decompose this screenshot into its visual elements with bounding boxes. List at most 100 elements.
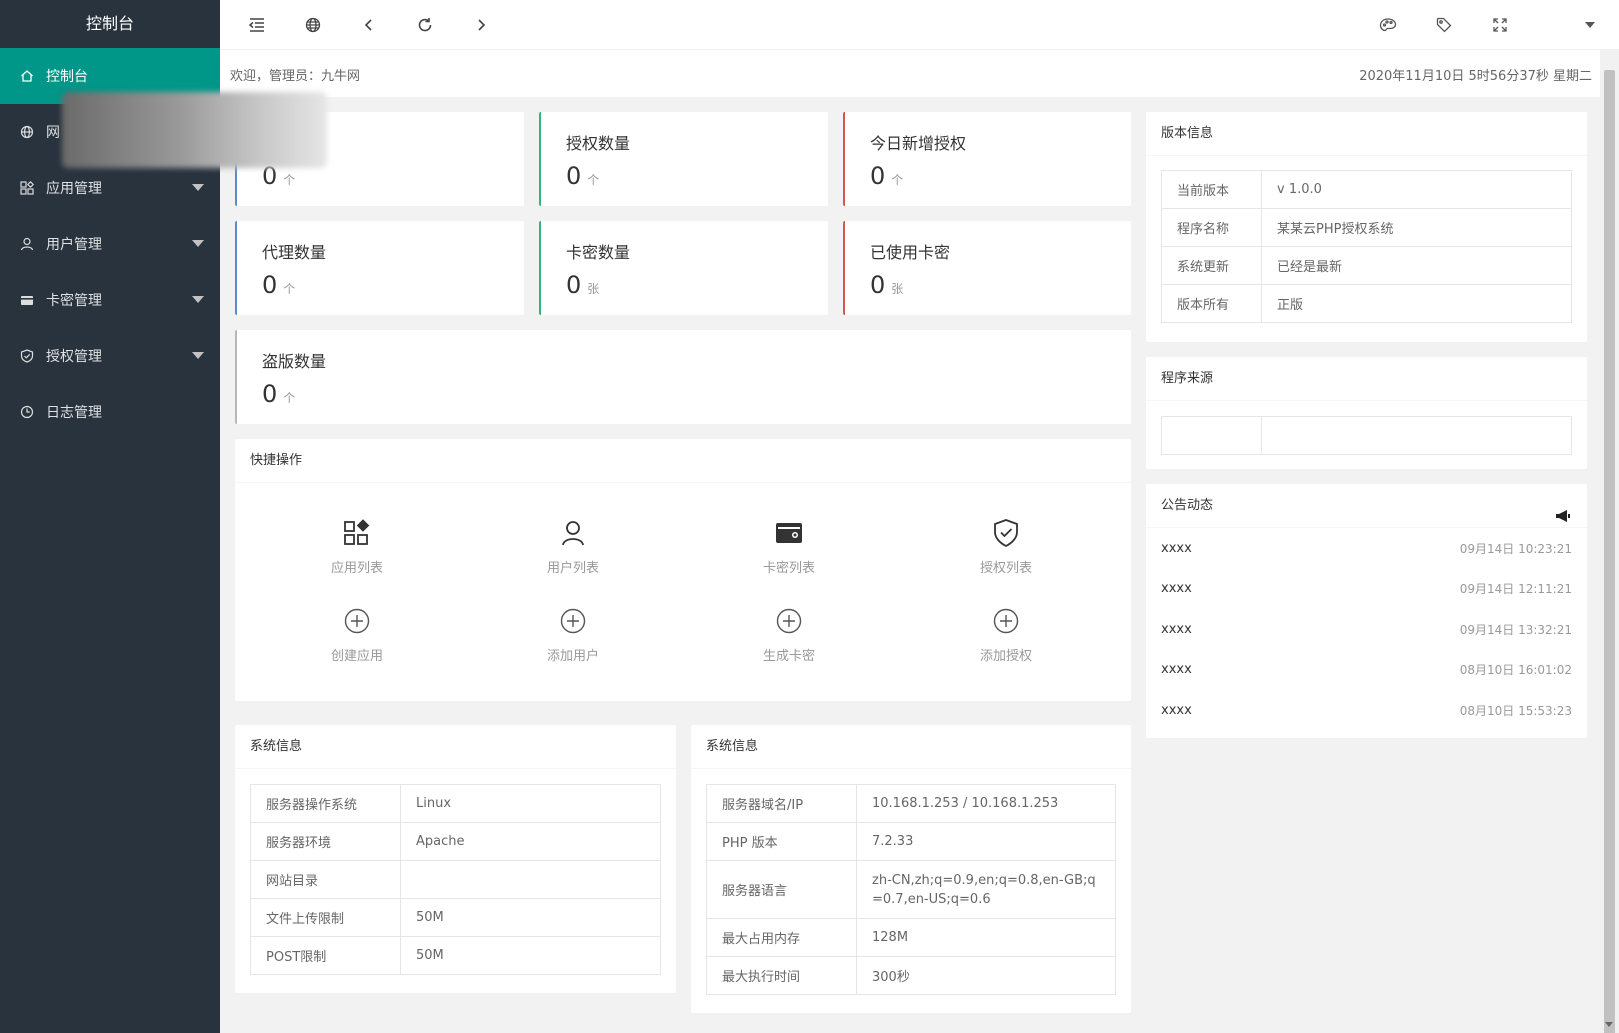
caret-down-icon[interactable] xyxy=(1578,13,1602,37)
user-icon xyxy=(513,517,633,549)
shield-check-icon xyxy=(20,348,36,364)
list-item[interactable]: xxxx 08月10日 16:01:02 xyxy=(1146,650,1587,691)
menu-fold-icon[interactable] xyxy=(245,13,269,37)
palette-icon[interactable] xyxy=(1376,13,1400,37)
quick-actions-panel: 快捷操作 应用列表 用户列表 卡密列表 授权列表 创建应用 添加用户 生成卡密 … xyxy=(235,439,1131,701)
stat-value: 0 xyxy=(262,271,278,299)
globe-icon xyxy=(20,124,36,140)
list-item[interactable]: xxxx 09月14日 10:23:21 xyxy=(1146,528,1587,569)
caret-down-icon xyxy=(192,352,204,359)
sidebar-item-label: 授权管理 xyxy=(46,349,102,365)
system-info-panel-1: 系统信息 服务器操作系统 Linux 服务器环境 Apache 网站目录 文件上传限… xyxy=(235,725,676,993)
plus-circle-icon xyxy=(297,605,417,637)
stat-title: 代理数量 xyxy=(262,243,327,262)
table-row: 系统更新 已经是最新 xyxy=(1161,246,1572,285)
stat-title: 授权数量 xyxy=(566,134,631,153)
table-row: 服务器语言 zh-CN,zh;q=0.9,en;q=0.8,en-GB;q=0.7… xyxy=(706,860,1116,919)
quick-action-add-license[interactable]: 添加授权 xyxy=(946,605,1066,664)
vertical-scrollbar[interactable] xyxy=(1600,50,1619,1033)
sidebar-item-apps[interactable]: 应用管理 xyxy=(0,160,220,216)
plus-circle-icon xyxy=(946,605,1066,637)
sidebar-item-label: 网 xyxy=(46,125,60,141)
apps-icon xyxy=(20,180,36,196)
table-row: 服务器环境 Apache xyxy=(250,822,661,861)
caret-down-icon xyxy=(192,240,204,247)
sidebar-item-label: 卡密管理 xyxy=(46,293,102,309)
stat-unit: 个 xyxy=(891,173,904,187)
announcement-list: xxxx 09月14日 10:23:21 xxxx 09月14日 12:11:21 … xyxy=(1146,528,1587,731)
wallet-icon xyxy=(729,517,849,549)
list-item[interactable]: xxxx 09月14日 13:32:21 xyxy=(1146,609,1587,650)
plus-circle-icon xyxy=(513,605,633,637)
panel-title: 系统信息 xyxy=(235,725,676,769)
stat-unit: 个 xyxy=(587,173,600,187)
caret-down-icon xyxy=(192,296,204,303)
quick-action-label: 创建应用 xyxy=(330,649,383,664)
sidebar-item-cards[interactable]: 卡密管理 xyxy=(0,272,220,328)
sidebar-item-label: 用户管理 xyxy=(46,237,102,253)
table-row: PHP 版本 7.2.33 xyxy=(706,822,1116,861)
system-info-table: 服务器操作系统 Linux 服务器环境 Apache 网站目录 文件上传限制 50M … xyxy=(250,784,661,975)
table-row: 服务器域名/IP 10.168.1.253 / 10.168.1.253 xyxy=(706,784,1116,823)
list-item[interactable]: xxxx 08月10日 15:53:23 xyxy=(1146,690,1587,731)
quick-action-add-user[interactable]: 添加用户 xyxy=(513,605,633,664)
stat-unit: 张 xyxy=(891,282,904,296)
blurred-redaction xyxy=(62,92,327,168)
stat-unit: 个 xyxy=(283,391,296,405)
chevron-left-icon[interactable] xyxy=(357,13,381,37)
version-info-panel: 版本信息 当前版本 v 1.0.0 程序名称 某某云PHP授权系统 系统更新 已经是最… xyxy=(1146,112,1587,342)
table-row: 最大占用内存 128M xyxy=(706,918,1116,957)
sidebar-item-licenses[interactable]: 授权管理 xyxy=(0,328,220,384)
quick-action-card-list[interactable]: 卡密列表 xyxy=(729,517,849,576)
datetime-text: 2020年11月10日 5时56分37秒 星期二 xyxy=(1359,69,1592,84)
table-row: 服务器操作系统 Linux xyxy=(250,784,661,823)
panel-title: 公告动态 xyxy=(1161,498,1214,513)
quick-action-label: 生成卡密 xyxy=(762,649,815,664)
sidebar-item-label: 应用管理 xyxy=(46,181,102,197)
sidebar-item-label: 日志管理 xyxy=(46,405,102,421)
stat-unit: 个 xyxy=(283,282,296,296)
refresh-icon[interactable] xyxy=(413,13,437,37)
quick-action-user-list[interactable]: 用户列表 xyxy=(513,517,633,576)
panel-title: 版本信息 xyxy=(1146,112,1587,156)
stat-title: 今日新增授权 xyxy=(870,134,967,153)
stat-card-used-cards: 已使用卡密 0张 xyxy=(843,221,1131,315)
globe-icon[interactable] xyxy=(301,13,325,37)
caret-down-icon xyxy=(192,184,204,191)
top-bar xyxy=(220,0,1619,50)
quick-action-create-app[interactable]: 创建应用 xyxy=(297,605,417,664)
list-item[interactable]: xxxx 09月14日 12:11:21 xyxy=(1146,569,1587,610)
clock-icon xyxy=(20,404,36,420)
quick-action-generate-card[interactable]: 生成卡密 xyxy=(729,605,849,664)
stat-card-licenses: 授权数量 0个 xyxy=(539,112,828,206)
chevron-right-icon[interactable] xyxy=(469,13,493,37)
tag-icon[interactable] xyxy=(1432,13,1456,37)
apps-icon xyxy=(297,517,417,549)
scrollbar-thumb[interactable] xyxy=(1604,70,1615,1033)
stat-card-today-licenses: 今日新增授权 0个 xyxy=(843,112,1131,206)
sidebar-item-label: 控制台 xyxy=(46,69,88,85)
quick-action-app-list[interactable]: 应用列表 xyxy=(297,517,417,576)
quick-action-label: 应用列表 xyxy=(330,561,383,576)
stat-value: 0 xyxy=(566,271,582,299)
stat-title: 卡密数量 xyxy=(566,243,631,262)
program-source-panel: 程序来源 xyxy=(1146,357,1587,469)
stat-card-agents: 代理数量 0个 xyxy=(235,221,524,315)
welcome-bar: 欢迎，管理员：九牛网 2020年11月10日 5时56分37秒 星期二 xyxy=(220,50,1600,97)
stat-value: 0 xyxy=(262,380,278,408)
card-icon xyxy=(20,292,36,308)
table-row: 当前版本 v 1.0.0 xyxy=(1161,170,1572,209)
fullscreen-icon[interactable] xyxy=(1488,13,1512,37)
announcements-panel: 公告动态 xxxx 09月14日 10:23:21 xxxx 09月14日 12:1… xyxy=(1146,484,1587,738)
quick-action-label: 卡密列表 xyxy=(762,561,815,576)
scroll-down-arrow-icon[interactable] xyxy=(1605,1022,1613,1027)
table-row xyxy=(1161,416,1572,455)
program-source-table xyxy=(1161,416,1572,455)
sidebar-item-users[interactable]: 用户管理 xyxy=(0,216,220,272)
quick-action-label: 用户列表 xyxy=(546,561,599,576)
sidebar-item-logs[interactable]: 日志管理 xyxy=(0,384,220,440)
system-info-table: 服务器域名/IP 10.168.1.253 / 10.168.1.253 PHP … xyxy=(706,784,1116,995)
quick-action-license-list[interactable]: 授权列表 xyxy=(946,517,1066,576)
table-row: 网站目录 xyxy=(250,860,661,899)
table-row: 文件上传限制 50M xyxy=(250,898,661,937)
